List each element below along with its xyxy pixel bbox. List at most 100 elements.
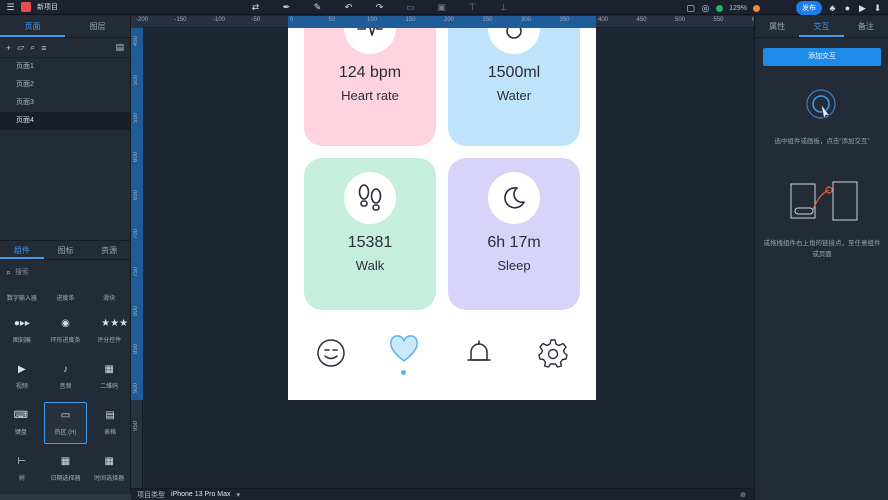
comp-ring-progress[interactable]: ◉ 环形进度条 [44, 308, 88, 354]
chevron-down-icon[interactable]: ▾ [237, 491, 241, 499]
align-top-icon[interactable]: ⊤ [467, 2, 478, 13]
hint-drag-link: 或拖拽组件右上角的链接点，至任意组件或页面 [763, 240, 881, 258]
ruler-left-label: 550 [133, 113, 139, 124]
card-heart-rate[interactable]: 124 bpm Heart rate [304, 28, 436, 146]
tab-interaction[interactable]: 交互 [799, 16, 844, 37]
ruler-top-label: 350 [559, 17, 570, 23]
tab-resources[interactable]: 资源 [87, 241, 131, 259]
comp-slider[interactable]: 滑块 [87, 286, 131, 308]
layers-footer[interactable] [0, 494, 131, 500]
comp-label: 评分控件 [97, 338, 122, 344]
gear-icon[interactable] [538, 338, 568, 368]
comp-keyboard[interactable]: ⌨ 键盘 [0, 400, 42, 446]
comp-carousel[interactable]: ●▸▸ 图刻展 [0, 308, 44, 354]
page-item-1[interactable]: 页面1 [0, 58, 130, 76]
ring-progress-icon: ◉ [61, 318, 70, 329]
undo-icon[interactable]: ↶ [343, 2, 354, 13]
phone-artboard[interactable]: 124 bpm Heart rate 1500ml Water 15381 Wa… [288, 28, 596, 400]
comp-progress-bar[interactable]: 进度条 [44, 286, 88, 308]
footprints-icon [344, 172, 396, 224]
ruler-top-label: -100 [213, 17, 226, 23]
add-interaction-button[interactable]: 添加交互 [763, 48, 881, 66]
tab-components[interactable]: 组件 [0, 241, 44, 259]
card-walk[interactable]: 15381 Walk [304, 158, 436, 310]
component-search[interactable]: ⌕ 搜索 [6, 265, 125, 279]
bottom-status-bar: 项目类型 iPhone 13 Pro Max ▾ ⊘ [131, 488, 754, 500]
zoom-in-button[interactable] [753, 4, 760, 12]
comp-label: 图刻展 [12, 338, 31, 344]
qrcode-icon: ▦ [104, 364, 114, 375]
component-tabs: 组件 图标 资源 [0, 240, 131, 260]
top-toolbar: ☰ 新项目 ⇄ ✒ ✎ ↶ ↷ ▭ ▣ ⊤ ⊥ ▢ ◎ 129% 发布 ♣ ● … [0, 0, 888, 15]
add-page-icon[interactable]: + [6, 43, 11, 53]
ruler-top-label: 400 [598, 17, 609, 23]
design-canvas[interactable]: 124 bpm Heart rate 1500ml Water 15381 Wa… [143, 28, 754, 488]
download-icon[interactable]: ⬇ [873, 3, 882, 13]
comp-video[interactable]: ▶ 视频 [0, 354, 44, 400]
ruler-left-label: 800 [133, 305, 139, 316]
comp-label: 日期选择器 [50, 476, 81, 482]
page-item-4[interactable]: 页面4 [0, 112, 130, 130]
comp-tree[interactable]: ⊢ 树 [0, 446, 44, 492]
tab-pages[interactable]: 页面 [0, 16, 65, 37]
tab-notes[interactable]: 备注 [844, 16, 888, 37]
comp-date-picker[interactable]: ▦ 日期选择器 [44, 446, 88, 492]
comp-time-picker[interactable]: ▦ 时间选择器 [87, 446, 131, 492]
bottom-nav [288, 328, 596, 388]
heart-icon[interactable] [389, 334, 419, 364]
page-item-2[interactable]: 页面2 [0, 76, 130, 94]
ruler-top-label: 50 [328, 17, 336, 23]
add-folder-icon[interactable]: ▱ [17, 42, 24, 53]
ruler-left-label: 950 [133, 421, 139, 432]
device-preview-icon[interactable]: ▢ [686, 3, 695, 13]
star-icon: ★★★ [101, 318, 129, 329]
comp-label: 滑块 [103, 295, 116, 302]
tab-layers[interactable]: 图层 [65, 16, 130, 37]
left-panel: 页面 图层 + ▱ ⌕ ≡ ▤ 页面1 页面2 页面3 页面4 组件 图标 资源… [0, 16, 131, 500]
delete-page-icon[interactable]: ▤ [115, 42, 124, 53]
card-sleep[interactable]: 6h 17m Sleep [448, 158, 580, 310]
mic-icon[interactable]: ● [843, 3, 852, 13]
tab-icons[interactable]: 图标 [44, 241, 88, 259]
search-icon: ⌕ [6, 266, 12, 277]
hint-select-component: 选中组件或画板，点击“添加交互” [774, 138, 870, 145]
tab-properties[interactable]: 属性 [755, 16, 799, 37]
tree-icon: ⊢ [17, 456, 27, 467]
comp-rating[interactable]: ★★★ 评分控件 [87, 308, 131, 354]
clock-icon: ▦ [104, 456, 114, 467]
sort-icon[interactable]: ≡ [41, 43, 46, 53]
page-item-3[interactable]: 页面3 [0, 94, 130, 112]
smile-icon[interactable] [316, 338, 346, 368]
target-icon[interactable]: ◎ [701, 3, 710, 13]
pen-tool-icon[interactable]: ✒ [281, 2, 292, 13]
hotspot-icon: ▭ [60, 410, 71, 421]
collaborate-icon[interactable]: ♣ [828, 3, 837, 13]
comp-table[interactable]: ▤ 表格 [89, 400, 131, 446]
compass-icon[interactable]: ⊘ [740, 491, 746, 499]
ruler-top-label: -200 [136, 17, 149, 23]
group-icon[interactable]: ▣ [436, 2, 447, 13]
comp-hotspot[interactable]: ▭ 热区 (H) [43, 402, 88, 444]
redo-icon[interactable]: ↷ [374, 2, 385, 13]
search-icon[interactable]: ⌕ [30, 42, 35, 53]
zoom-level[interactable]: 129% [729, 5, 747, 12]
search-input[interactable]: 搜索 [15, 267, 29, 277]
preview-icon[interactable]: ▶ [858, 3, 867, 13]
comp-qrcode[interactable]: ▦ 二维码 [87, 354, 131, 400]
link-tool-icon[interactable]: ⇄ [250, 2, 261, 13]
card-water[interactable]: 1500ml Water [448, 28, 580, 146]
menu-icon[interactable]: ☰ [6, 2, 15, 12]
moon-icon [488, 172, 540, 224]
comp-audio[interactable]: ♪ 音频 [44, 354, 88, 400]
publish-button[interactable]: 发布 [796, 1, 822, 15]
comp-label: 二维码 [100, 384, 119, 390]
align-bottom-icon[interactable]: ⊥ [498, 2, 509, 13]
align-icon[interactable]: ▭ [405, 2, 416, 13]
device-select[interactable]: iPhone 13 Pro Max [171, 491, 231, 498]
pencil-tool-icon[interactable]: ✎ [312, 2, 323, 13]
comp-number-input[interactable]: 数字输入器 [0, 286, 44, 308]
ruler-left-label: 500 [133, 74, 139, 85]
status-dot [716, 4, 724, 12]
bell-icon[interactable] [464, 338, 494, 368]
project-title[interactable]: 新项目 [37, 2, 58, 12]
